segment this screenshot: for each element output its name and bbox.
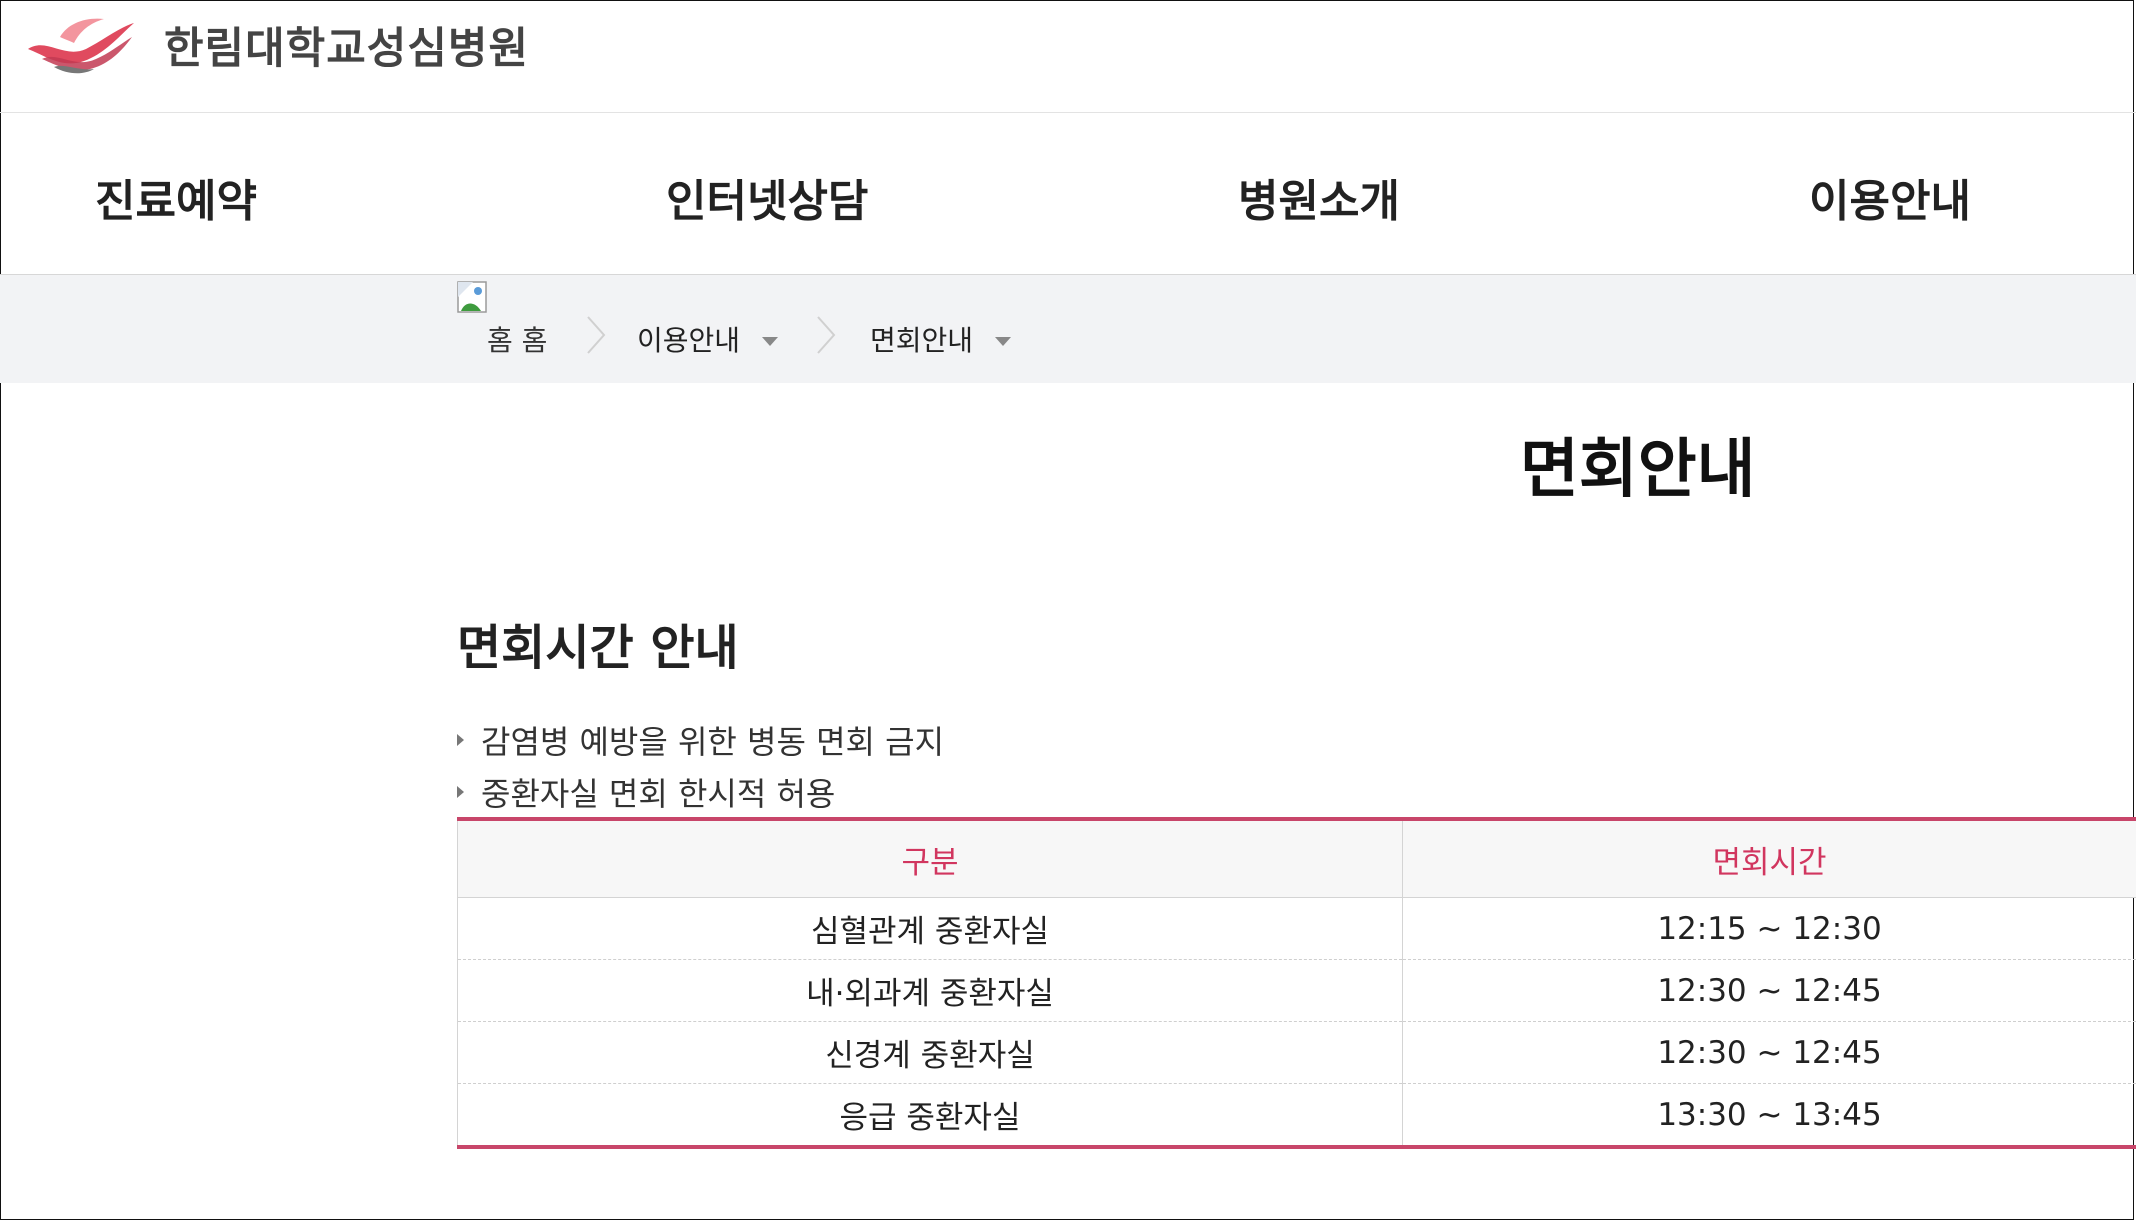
logo-text: 한림대학교성심병원 <box>164 24 530 74</box>
table-cell-unit: 신경계 중환자실 <box>457 1021 1403 1084</box>
breadcrumb-level1-label: 이용안내 <box>637 324 741 357</box>
caret-down-icon <box>762 336 779 346</box>
bullet-arrow-icon <box>457 734 464 746</box>
nav-item-online-consult[interactable]: 인터넷상담 <box>666 165 868 229</box>
table-cell-unit: 내·외과계 중환자실 <box>457 959 1403 1022</box>
breadcrumb-home[interactable]: 홈 홈 <box>487 319 547 359</box>
bullet-arrow-icon <box>457 786 464 798</box>
table-header-row: 구분 면회시간 <box>457 819 2136 898</box>
table-cell-unit: 응급 중환자실 <box>457 1083 1403 1147</box>
main-nav: 진료예약 인터넷상담 병원소개 이용안내 <box>0 113 2136 275</box>
visiting-hours-table: 구분 면회시간 심혈관계 중환자실 12:15 ~ 12:30 내·외과계 중환… <box>457 817 2136 1149</box>
nav-item-hospital-intro[interactable]: 병원소개 <box>1238 165 1400 229</box>
page-title: 면회안내 <box>1520 433 1756 507</box>
table-cell-time: 12:15 ~ 12:30 <box>1402 897 2136 960</box>
swoosh-logo-icon <box>28 18 134 74</box>
notice-text: 감염병 예방을 위한 병동 면회 금지 <box>481 723 945 761</box>
site-header: 한림대학교성심병원 <box>0 0 2136 113</box>
nav-item-reservation[interactable]: 진료예약 <box>95 165 257 229</box>
breadcrumb-dropdown-usage-guide[interactable]: 이용안내 <box>637 319 779 359</box>
breadcrumb-level2-label: 면회안내 <box>870 324 974 357</box>
column-header-category: 구분 <box>457 819 1403 898</box>
table-row: 신경계 중환자실 12:30 ~ 12:45 <box>457 1021 2136 1084</box>
table-cell-time: 13:30 ~ 13:45 <box>1657 1096 1882 1133</box>
breadcrumb-dropdown-visit-guide[interactable]: 면회안내 <box>870 319 1012 359</box>
notice-list: 감염병 예방을 위한 병동 면회 금지 중환자실 면회 한시적 허용 <box>457 714 944 818</box>
site-logo[interactable]: 한림대학교성심병원 <box>24 14 529 76</box>
table-row: 내·외과계 중환자실 12:30 ~ 12:45 <box>457 959 2136 1022</box>
notice-text: 중환자실 면회 한시적 허용 <box>481 775 836 813</box>
table-cell-time: 12:30 ~ 12:45 <box>1402 959 2136 1022</box>
list-item: 감염병 예방을 위한 병동 면회 금지 <box>457 714 944 766</box>
broken-image-icon <box>457 281 487 313</box>
table-cell-unit: 심혈관계 중환자실 <box>457 897 1403 960</box>
list-item: 중환자실 면회 한시적 허용 <box>457 766 944 818</box>
chevron-right-icon <box>587 316 606 354</box>
section-title: 면회시간 안내 <box>457 620 739 676</box>
nav-item-usage-guide[interactable]: 이용안내 <box>1809 165 1971 229</box>
chevron-right-icon <box>817 316 836 354</box>
breadcrumb: 홈 홈 이용안내 면회안내 <box>0 275 2136 383</box>
caret-down-icon <box>995 336 1012 346</box>
table-row: 응급 중환자실 13:30 ~ 13:45 <box>457 1083 2136 1147</box>
table-row: 심혈관계 중환자실 12:15 ~ 12:30 <box>457 897 2136 960</box>
table-cell-time: 12:30 ~ 12:45 <box>1402 1021 2136 1084</box>
column-header-visit-time: 면회시간 <box>1402 819 2136 898</box>
